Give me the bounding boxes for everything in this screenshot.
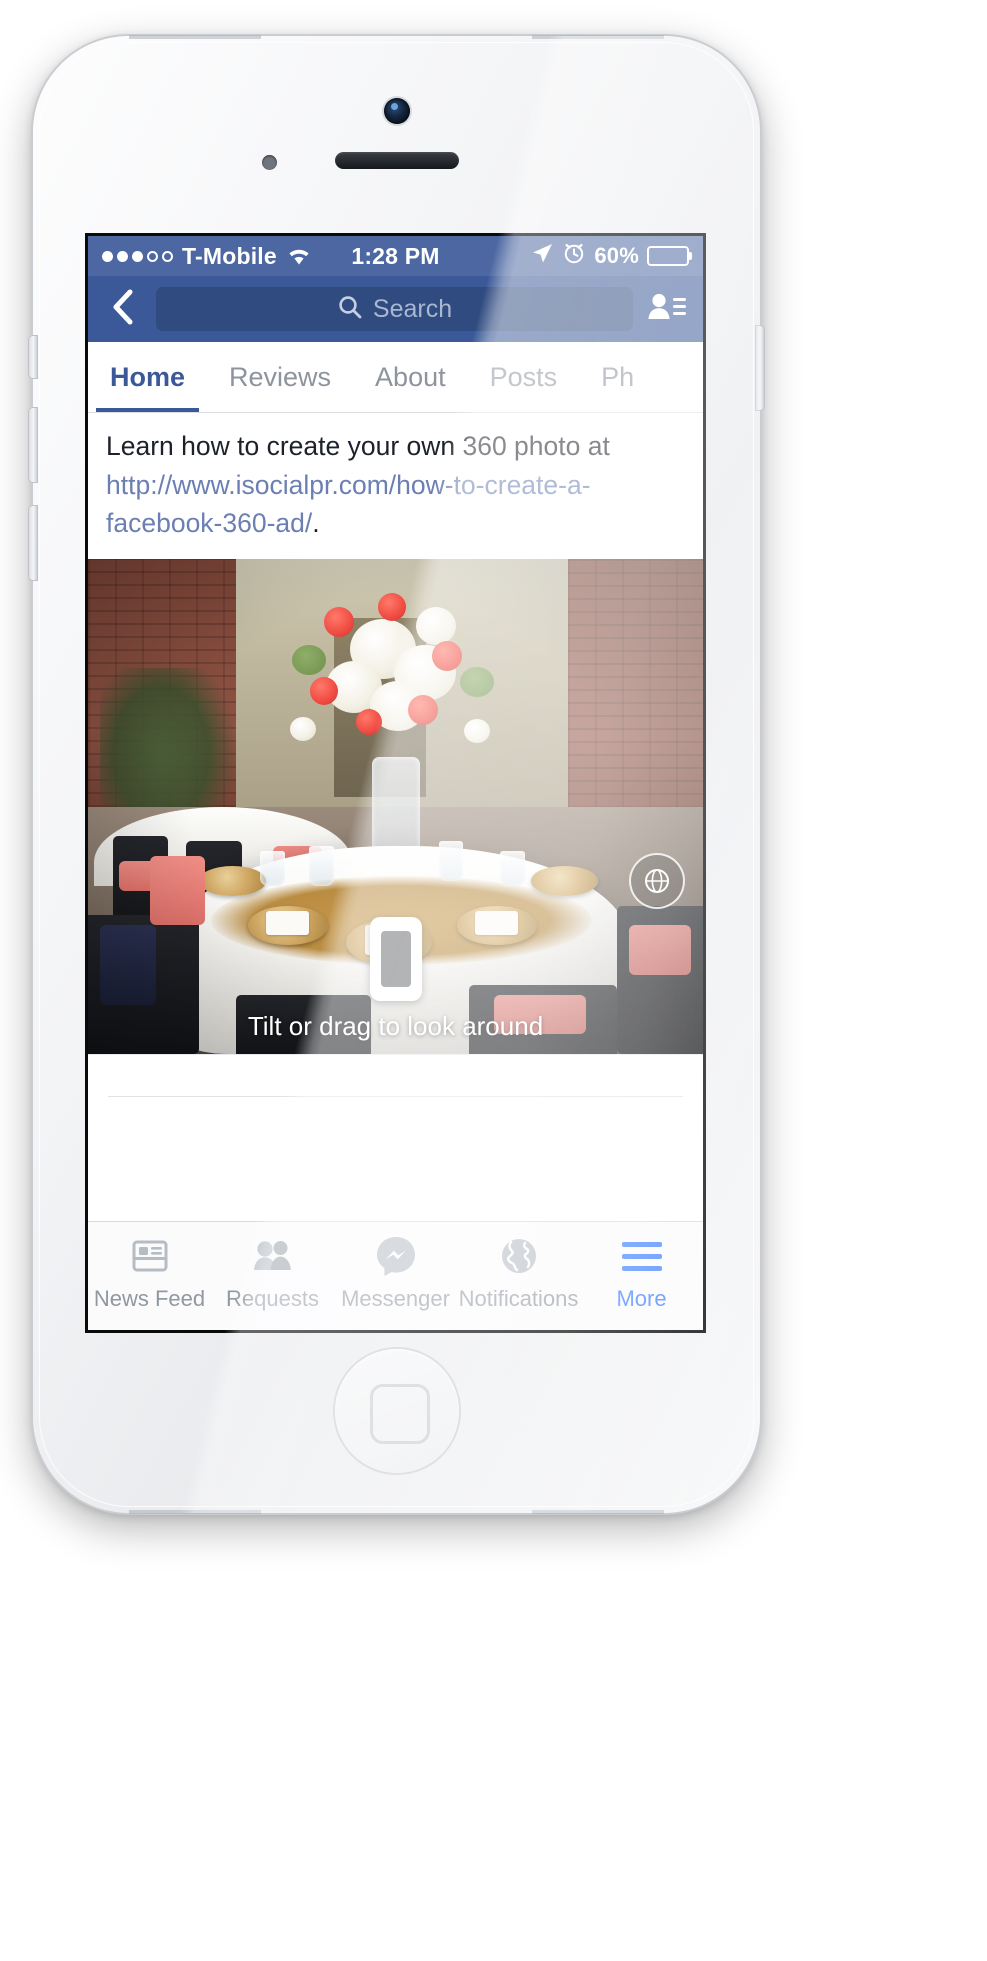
- battery-percent-label: 60%: [594, 243, 639, 268]
- carrier-label: T-Mobile: [182, 242, 277, 269]
- tab-photos[interactable]: Ph: [579, 342, 656, 412]
- signal-dot-5: [162, 250, 173, 262]
- tilt-phone-screen: [380, 931, 411, 988]
- front-camera-icon: [383, 98, 410, 124]
- search-icon: [337, 294, 363, 325]
- tab-label: Home: [110, 361, 186, 392]
- camera-glint: [390, 103, 398, 110]
- search-input[interactable]: Search: [156, 287, 633, 331]
- post-text-lead: Learn how to create your own 360 photo a…: [106, 431, 610, 461]
- bottom-tab-label: News Feed: [93, 1286, 206, 1311]
- status-bar-right-group: 60%: [530, 241, 692, 271]
- tab-about[interactable]: About: [353, 342, 468, 412]
- antenna-line-top-right: [532, 35, 664, 39]
- post-link[interactable]: http://www.isocialpr.com/how-to-create-a…: [106, 470, 591, 539]
- hamburger-bar: [621, 1241, 662, 1247]
- antenna-line-bottom-left: [129, 1510, 261, 1514]
- tilt-phone-icon: [369, 917, 422, 1002]
- home-button-square: [369, 1384, 430, 1444]
- bottom-tab-label: Notifications: [458, 1286, 579, 1311]
- signal-dot-1: [102, 250, 113, 262]
- post-text-trail: .: [312, 508, 320, 539]
- battery-icon: [647, 246, 692, 266]
- bottom-tab-more[interactable]: More: [580, 1222, 703, 1312]
- hamburger-bar: [621, 1265, 662, 1271]
- tab-label: About: [375, 361, 446, 392]
- bottom-tab-news-feed[interactable]: News Feed: [88, 1222, 211, 1312]
- tilt-hint-label: Tilt or drag to look around: [247, 1011, 544, 1042]
- phone-screen: T-Mobile 1:28 PM 60% Search Home Reviews…: [88, 236, 703, 1330]
- signal-dot-4: [147, 250, 158, 262]
- tab-reviews[interactable]: Reviews: [207, 342, 353, 412]
- page-tab-strip[interactable]: Home Reviews About Posts Ph: [88, 342, 703, 413]
- bottom-tab-requests[interactable]: Requests: [211, 1222, 334, 1312]
- hamburger-menu-icon: [621, 1234, 662, 1278]
- 360-sphere-icon[interactable]: [629, 853, 685, 910]
- hamburger-bars: [621, 1241, 662, 1271]
- bottom-tab-label: Messenger: [341, 1286, 450, 1311]
- hamburger-bar: [621, 1253, 662, 1259]
- power-button[interactable]: [756, 326, 764, 410]
- messenger-icon: [375, 1234, 417, 1278]
- status-bar: T-Mobile 1:28 PM 60%: [88, 236, 703, 276]
- friend-requests-icon: [251, 1234, 295, 1278]
- proximity-sensor-icon: [262, 155, 277, 170]
- globe-icon: [499, 1234, 539, 1278]
- silent-switch[interactable]: [29, 336, 37, 378]
- friend-requests-icon: [647, 291, 687, 328]
- bottom-tab-notifications[interactable]: Notifications: [457, 1222, 580, 1312]
- wifi-icon: [286, 246, 312, 266]
- volume-up-button[interactable]: [29, 408, 37, 482]
- bottom-tab-messenger[interactable]: Messenger: [334, 1222, 457, 1312]
- post-message: Learn how to create your own 360 photo a…: [88, 413, 703, 560]
- signal-dot-3: [132, 250, 143, 262]
- earpiece-speaker: [335, 152, 459, 169]
- iphone-device: T-Mobile 1:28 PM 60% Search Home Reviews…: [29, 35, 764, 1514]
- tab-posts[interactable]: Posts: [468, 342, 580, 412]
- news-feed-icon: [130, 1234, 170, 1278]
- back-button[interactable]: [100, 286, 146, 332]
- antenna-line-bottom-right: [532, 1510, 664, 1514]
- tab-label: Ph: [601, 361, 635, 392]
- home-button[interactable]: [334, 1349, 459, 1473]
- post-360-photo[interactable]: Tilt or drag to look around: [88, 559, 703, 1055]
- bottom-tab-bar[interactable]: News Feed Requests Messenger Notificatio…: [88, 1221, 703, 1330]
- friend-requests-button[interactable]: [643, 287, 691, 331]
- location-arrow-icon: [530, 241, 554, 271]
- tab-label: Reviews: [229, 361, 332, 392]
- screenshot-canvas: T-Mobile 1:28 PM 60% Search Home Reviews…: [0, 0, 987, 1961]
- navigation-bar: Search: [88, 276, 703, 342]
- chevron-left-icon: [108, 288, 138, 331]
- search-placeholder-label: Search: [372, 294, 453, 323]
- bottom-tab-label: Requests: [226, 1286, 319, 1311]
- alarm-clock-icon: [562, 241, 586, 271]
- battery-cap: [689, 252, 692, 260]
- tab-home[interactable]: Home: [88, 342, 207, 412]
- signal-dot-2: [117, 250, 128, 262]
- cellular-signal-icon: [102, 250, 173, 262]
- post-footer-divider: [88, 1054, 703, 1098]
- antenna-line-top-left: [129, 35, 261, 39]
- bottom-tab-label: More: [616, 1286, 667, 1311]
- tab-label: Posts: [489, 361, 558, 392]
- volume-down-button[interactable]: [29, 506, 37, 580]
